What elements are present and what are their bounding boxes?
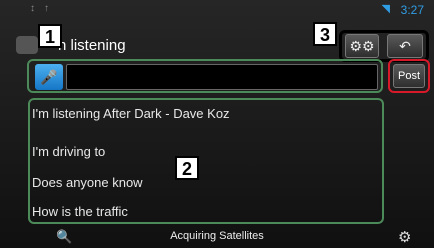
list-item[interactable]: How is the traffic: [32, 201, 378, 223]
callout-label-2: 2: [175, 156, 199, 180]
post-button[interactable]: Post: [393, 64, 425, 88]
status-time: 3:27: [400, 3, 424, 17]
notification-icon: ↕: [30, 3, 35, 14]
list-item[interactable]: I'm listening After Dark - Dave Koz: [32, 103, 378, 125]
gear-icon[interactable]: ⚙: [398, 228, 411, 246]
page-title: n listening: [58, 37, 126, 54]
microphone-icon: 🎤: [40, 68, 58, 85]
status-bar: ↕ ↑ ◥ 3:27: [0, 0, 434, 22]
list-item[interactable]: I'm driving to: [32, 141, 378, 163]
callout-label-3: 3: [313, 22, 337, 46]
bottom-bar: 🔍 Acquiring Satellites ⚙: [0, 226, 434, 248]
callout-label-1: 1: [38, 24, 62, 48]
app-icon: [16, 36, 38, 54]
signal-icon: ↑: [44, 3, 49, 14]
voice-input-button[interactable]: 🎤: [35, 64, 63, 90]
gps-status: Acquiring Satellites: [170, 230, 264, 242]
list-item[interactable]: Does anyone know: [32, 172, 378, 194]
callout-frame-3: [339, 30, 429, 62]
app-screen: ↕ ↑ ◥ 3:27 n listening ⚙⚙ ↶ 🎤 Post I'm l…: [0, 0, 434, 248]
message-input[interactable]: [66, 64, 378, 90]
wifi-icon: ◥: [381, 3, 390, 15]
